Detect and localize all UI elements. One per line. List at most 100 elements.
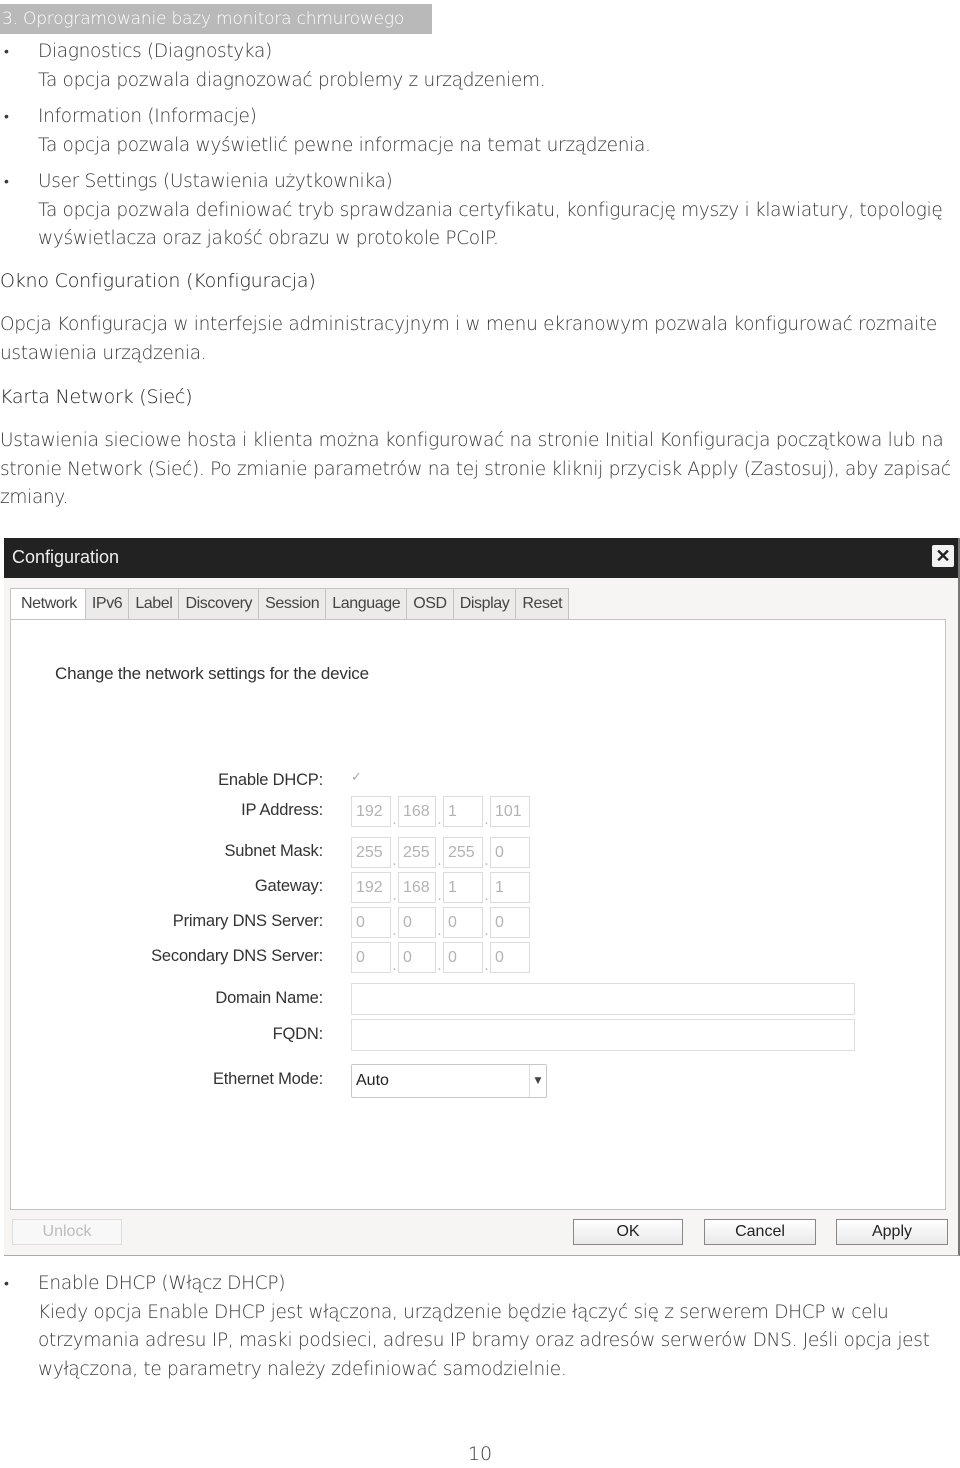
octet-separator: .: [392, 923, 397, 939]
primary-dns-octet-2[interactable]: 0: [398, 907, 436, 938]
row-secondary-dns: Secondary DNS Server: 0 . 0 . 0 . 0: [11, 941, 945, 973]
row-ethernet-mode: Ethernet Mode: Auto ▼: [11, 1064, 945, 1098]
panel-description: Change the network settings for the devi…: [55, 664, 369, 683]
fqdn-label: FQDN:: [272, 1025, 324, 1043]
bullet-title: Information (Informacje): [38, 106, 257, 127]
bullet-text: Ta opcja pozwala definiować tryb sprawdz…: [38, 199, 943, 250]
ethernet-mode-value: Auto: [356, 1072, 389, 1089]
octet-separator: .: [484, 958, 489, 974]
ip-address-octet-1[interactable]: 192: [351, 796, 391, 827]
ip-address-octet-2[interactable]: 168: [398, 796, 436, 827]
heading-network-tab: Karta Network (Sieć): [0, 386, 193, 408]
secondary-dns-input: 0 . 0 . 0 . 0: [351, 941, 530, 973]
subnet-mask-octet-4[interactable]: 0: [490, 837, 530, 868]
row-gateway: Gateway: 192 . 168 . 1 . 1: [11, 871, 945, 903]
primary-dns-label: Primary DNS Server:: [172, 912, 323, 930]
gateway-input: 192 . 168 . 1 . 1: [351, 871, 530, 903]
bullet-dot-icon: •: [4, 109, 9, 125]
bullet-dot-icon: •: [4, 174, 9, 190]
apply-button[interactable]: Apply: [836, 1219, 948, 1245]
row-domain-name: Domain Name:: [11, 983, 945, 1015]
dialog-title: Configuration: [12, 547, 120, 567]
ip-address-octet-3[interactable]: 1: [443, 796, 483, 827]
tab-session[interactable]: Session: [259, 588, 327, 620]
primary-dns-octet-4[interactable]: 0: [490, 907, 530, 938]
tab-osd[interactable]: OSD: [407, 588, 454, 620]
heading-configuration-window: Okno Configuration (Konfiguracja): [0, 270, 316, 292]
page-number: 10: [467, 1443, 493, 1465]
octet-separator: .: [437, 923, 442, 939]
row-enable-dhcp: Enable DHCP: ✓: [11, 765, 945, 797]
octet-separator: .: [437, 958, 442, 974]
gateway-octet-3[interactable]: 1: [443, 872, 483, 903]
octet-separator: .: [437, 888, 442, 904]
gateway-octet-4[interactable]: 1: [490, 872, 530, 903]
chevron-down-icon[interactable]: ▼: [529, 1065, 546, 1097]
bullet-title: Enable DHCP (Włącz DHCP): [38, 1273, 286, 1294]
tab-network[interactable]: Network: [10, 588, 86, 620]
tab-label[interactable]: Label: [129, 588, 180, 620]
tab-reset[interactable]: Reset: [516, 588, 570, 620]
subnet-mask-octet-1[interactable]: 255: [351, 837, 391, 868]
subnet-mask-octet-3[interactable]: 255: [443, 837, 483, 868]
secondary-dns-octet-3[interactable]: 0: [443, 942, 483, 973]
bullet-title: User Settings (Ustawienia użytkownika): [38, 171, 393, 192]
row-subnet-mask: Subnet Mask: 255 . 255 . 255 . 0: [11, 836, 945, 868]
octet-separator: .: [484, 923, 489, 939]
secondary-dns-octet-1[interactable]: 0: [351, 942, 391, 973]
paragraph-network: Ustawienia sieciowe hosta i klienta możn…: [0, 430, 951, 508]
network-tab-panel: Change the network settings for the devi…: [10, 619, 946, 1210]
bullet-text: Ta opcja pozwala diagnozować problemy z …: [38, 69, 546, 91]
bullet-text: Ta opcja pozwala wyświetlić pewne inform…: [38, 134, 651, 156]
secondary-dns-octet-4[interactable]: 0: [490, 942, 530, 973]
row-primary-dns: Primary DNS Server: 0 . 0 . 0 . 0: [11, 906, 945, 938]
subnet-mask-octet-2[interactable]: 255: [398, 837, 436, 868]
subnet-mask-label: Subnet Mask:: [224, 842, 324, 860]
octet-separator: .: [437, 812, 442, 828]
gateway-octet-2[interactable]: 168: [398, 872, 436, 903]
octet-separator: .: [392, 958, 397, 974]
bullet-title: Diagnostics (Diagnostyka): [38, 41, 272, 62]
octet-separator: .: [484, 812, 489, 828]
gateway-octet-1[interactable]: 192: [351, 872, 391, 903]
secondary-dns-octet-2[interactable]: 0: [398, 942, 436, 973]
primary-dns-octet-3[interactable]: 0: [443, 907, 483, 938]
tab-bar: Network IPv6 Label Discovery Session Lan…: [10, 588, 570, 620]
section-header: 3. Oprogramowanie bazy monitora chmurowe…: [0, 4, 432, 34]
ethernet-mode-label: Ethernet Mode:: [212, 1070, 323, 1088]
domain-name-input[interactable]: [351, 983, 855, 1015]
close-icon[interactable]: ✕: [932, 545, 954, 567]
cancel-button[interactable]: Cancel: [704, 1219, 816, 1245]
dialog-titlebar: Configuration ✕: [4, 538, 958, 578]
octet-separator: .: [392, 812, 397, 828]
domain-name-label: Domain Name:: [215, 989, 323, 1007]
configuration-dialog: Configuration ✕ Network IPv6 Label Disco…: [4, 538, 960, 1256]
fqdn-input[interactable]: [351, 1019, 855, 1051]
ethernet-mode-select[interactable]: Auto ▼: [351, 1064, 547, 1098]
unlock-button[interactable]: Unlock: [12, 1219, 122, 1245]
row-fqdn: FQDN:: [11, 1019, 945, 1051]
octet-separator: .: [484, 888, 489, 904]
octet-separator: .: [392, 888, 397, 904]
bullet-text: Kiedy opcja Enable DHCP jest włączona, u…: [38, 1301, 930, 1380]
bullet-dot-icon: •: [4, 1276, 9, 1292]
ip-address-label: IP Address:: [241, 801, 323, 819]
subnet-mask-input: 255 . 255 . 255 . 0: [351, 836, 530, 868]
secondary-dns-label: Secondary DNS Server:: [151, 947, 323, 965]
ip-address-input: 192 . 168 . 1 . 101: [351, 795, 530, 827]
bullet-dot-icon: •: [4, 44, 9, 60]
tab-language[interactable]: Language: [326, 588, 408, 620]
octet-separator: .: [484, 853, 489, 869]
tab-display[interactable]: Display: [453, 588, 517, 620]
enable-dhcp-checkbox[interactable]: ✓: [351, 771, 365, 785]
primary-dns-octet-1[interactable]: 0: [351, 907, 391, 938]
primary-dns-input: 0 . 0 . 0 . 0: [351, 906, 530, 938]
ok-button[interactable]: OK: [573, 1219, 683, 1245]
paragraph-configuration: Opcja Konfiguracja w interfejsie adminis…: [0, 314, 938, 364]
octet-separator: .: [392, 853, 397, 869]
gateway-label: Gateway:: [254, 877, 323, 895]
ip-address-octet-4[interactable]: 101: [490, 796, 530, 827]
tab-ipv6[interactable]: IPv6: [85, 588, 130, 620]
tab-discovery[interactable]: Discovery: [179, 588, 260, 620]
octet-separator: .: [437, 853, 442, 869]
